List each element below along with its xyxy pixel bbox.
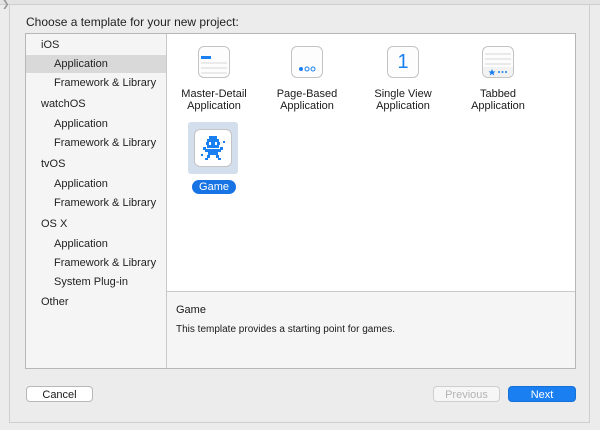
sidebar-group-osx[interactable]: OS X [26, 215, 166, 233]
previous-button[interactable]: Previous [433, 386, 500, 402]
sidebar-item-osx-system-plugin[interactable]: System Plug-in [26, 273, 166, 291]
template-label-line1: Tabbed [479, 88, 517, 100]
game-icon [194, 129, 232, 167]
sidebar-group-watchos[interactable]: watchOS [26, 95, 166, 113]
template-tabbed[interactable]: Tabbed Application [455, 46, 541, 112]
description-title: Game [176, 304, 206, 316]
template-chooser: iOS Application Framework & Library watc… [25, 33, 576, 369]
template-label-line2: Application [280, 100, 334, 112]
template-grid: Master-Detail Application Page-Based App… [167, 34, 575, 291]
template-label-game: Game [192, 180, 236, 194]
template-label-line1: Page-Based [276, 88, 338, 100]
template-label-line2: Application [376, 100, 430, 112]
description-text: This template provides a starting point … [176, 324, 395, 335]
sidebar-group-other[interactable]: Other [26, 293, 166, 311]
template-page-based[interactable]: Page-Based Application [264, 46, 350, 112]
template-label-line2: Application [471, 100, 525, 112]
sidebar-item-tvos-application[interactable]: Application [26, 175, 166, 193]
template-master-detail[interactable]: Master-Detail Application [171, 46, 257, 112]
template-label-line1: Master-Detail [181, 88, 247, 100]
sidebar-item-osx-framework-library[interactable]: Framework & Library [26, 254, 166, 272]
dialog-heading: Choose a template for your new project: [26, 15, 239, 29]
sidebar-item-osx-application[interactable]: Application [26, 235, 166, 253]
template-description-panel: Game This template provides a starting p… [167, 291, 575, 368]
tabbed-icon [482, 46, 514, 78]
template-label-line2: Application [187, 100, 241, 112]
sidebar-item-watchos-framework-library[interactable]: Framework & Library [26, 134, 166, 152]
sidebar-item-ios-framework-library[interactable]: Framework & Library [26, 74, 166, 92]
sidebar-group-tvos[interactable]: tvOS [26, 155, 166, 173]
new-project-dialog: Choose a template for your new project: … [9, 5, 590, 423]
window: ❯ Choose a template for your new project… [0, 0, 600, 430]
cancel-button[interactable]: Cancel [26, 386, 93, 402]
page-based-icon [291, 46, 323, 78]
platform-sidebar: iOS Application Framework & Library watc… [26, 34, 167, 368]
sidebar-item-watchos-application[interactable]: Application [26, 115, 166, 133]
single-view-icon-number: 1 [397, 51, 409, 73]
template-single-view[interactable]: 1 Single View Application [360, 46, 446, 112]
sidebar-group-ios[interactable]: iOS [26, 36, 166, 54]
next-button[interactable]: Next [508, 386, 576, 402]
template-label-line1: Single View [374, 88, 432, 100]
sidebar-item-ios-application[interactable]: Application [26, 55, 166, 73]
master-detail-icon [198, 46, 230, 78]
single-view-icon: 1 [387, 46, 419, 78]
sidebar-item-tvos-framework-library[interactable]: Framework & Library [26, 194, 166, 212]
